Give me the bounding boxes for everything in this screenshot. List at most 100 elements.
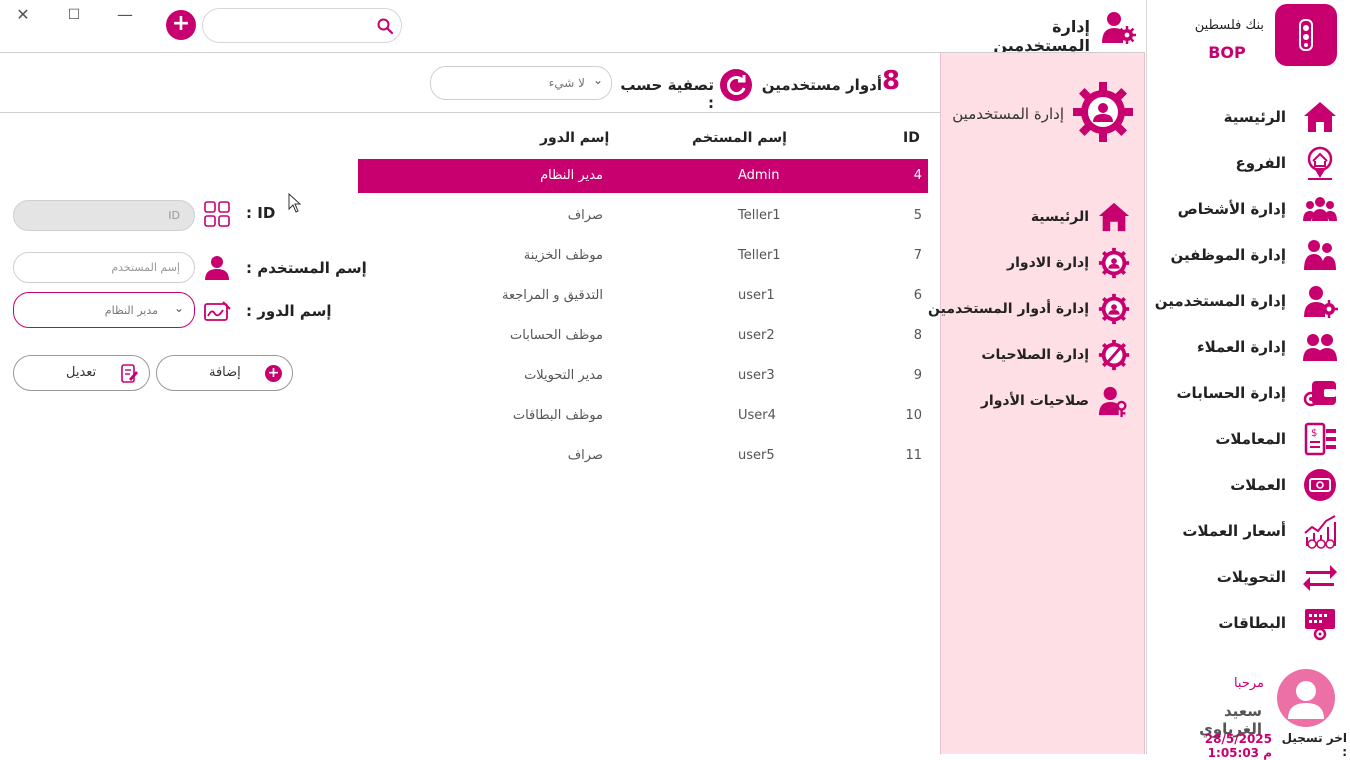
sidebar-item-accounts[interactable]: إدارة الحسابات (1176, 375, 1338, 411)
subpanel-item-user-roles[interactable]: إدارة أدوار المستخدمين (928, 292, 1131, 326)
username-placeholder: إسم المستخدم (111, 261, 180, 274)
user-icon (205, 256, 229, 280)
cell-role: موظف الحسابات (510, 328, 603, 343)
filter-select[interactable]: لا شيء ⌄ (430, 66, 612, 100)
close-window-button[interactable]: ✕ (11, 4, 35, 26)
cell-role: صراف (567, 208, 603, 223)
mouse-cursor-icon (288, 193, 302, 213)
search-icon[interactable] (377, 18, 393, 34)
subpanel-item-role-permissions[interactable]: صلاحيات الأدوار (981, 384, 1131, 418)
bank-name: بنك فلسطين (1194, 18, 1264, 33)
subpanel-item-label: صلاحيات الأدوار (980, 393, 1089, 409)
refresh-icon (726, 75, 746, 95)
id-label: ID : (246, 204, 276, 222)
subpanel-item-label: إدارة أدوار المستخدمين (928, 301, 1089, 317)
wallet-gear-icon (1303, 381, 1336, 407)
sidebar-item-branches[interactable]: الفروع (1236, 145, 1338, 181)
cell-username: user2 (738, 328, 775, 343)
sidebar-item-cards[interactable]: البطاقات (1218, 605, 1338, 641)
table-row[interactable]: 10 User4 موظف البطاقات (358, 399, 928, 433)
avatar (1277, 669, 1335, 727)
role-select[interactable]: مدير النظام ⌄ (13, 292, 195, 328)
transfer-arrows-icon (1303, 565, 1337, 591)
subpanel-item-roles[interactable]: إدارة الادوار (1007, 246, 1131, 280)
sidebar-item-currencies[interactable]: العملات (1230, 467, 1338, 503)
signature-icon (204, 301, 231, 321)
cell-username: Teller1 (738, 248, 781, 263)
sidebar-item-label: أسعار العملات (1182, 522, 1286, 540)
minimize-window-button[interactable]: — (113, 4, 137, 26)
sidebar-item-label: إدارة الموظفين (1170, 246, 1286, 264)
edit-document-icon (121, 364, 138, 383)
bank-emblem-icon (1299, 19, 1313, 51)
edit-button[interactable]: تعديل (13, 355, 150, 391)
search-input[interactable] (215, 15, 365, 37)
plus-circle-icon: + (265, 365, 282, 382)
exchange-rates-chart-icon (1304, 515, 1336, 549)
subpanel-item-home[interactable]: الرئيسية (1031, 200, 1131, 234)
cell-role: مدير التحويلات (524, 368, 603, 383)
add-button[interactable]: + إضافة (156, 355, 293, 391)
refresh-button[interactable] (720, 69, 752, 101)
column-header-role[interactable]: إسم الدور (540, 130, 609, 146)
sidebar-item-people[interactable]: إدارة الأشخاص (1178, 191, 1338, 227)
table-row[interactable]: 6 user1 التدقيق و المراجعة (358, 279, 928, 313)
sidebar-item-employees[interactable]: إدارة الموظفين (1171, 237, 1338, 273)
sidebar-item-label: الفروع (1235, 154, 1286, 172)
id-placeholder: ID (168, 209, 180, 222)
sidebar-item-transfers[interactable]: التحويلات (1217, 559, 1338, 595)
sidebar-item-home[interactable]: الرئيسية (1224, 99, 1338, 135)
people-group-icon (1303, 197, 1337, 221)
maximize-window-button[interactable]: ☐ (62, 4, 86, 26)
cell-username: user1 (738, 288, 775, 303)
cell-role: التدقيق و المراجعة (502, 288, 603, 303)
subpanel-item-label: إدارة الادوار (1007, 255, 1089, 271)
table-row[interactable]: 9 user3 مدير التحويلات (358, 359, 928, 393)
roles-count-label: أدوار مستخدمين (761, 76, 882, 94)
cell-id: 9 (913, 368, 922, 383)
currency-icon (1304, 469, 1336, 501)
page-title: إدارة المستخدمين (993, 17, 1090, 55)
sidebar-item-label: المعاملات (1215, 430, 1286, 448)
table-row[interactable]: 4 Admin مدير النظام (358, 159, 928, 193)
sidebar-item-users[interactable]: إدارة المستخدمين (1155, 283, 1338, 319)
cell-username: user5 (738, 448, 775, 463)
sidebar-item-exchange-rates[interactable]: أسعار العملات (1182, 513, 1338, 549)
filter-label: تصفية حسب : (620, 76, 714, 112)
filter-selected: لا شيء (548, 76, 585, 90)
add-new-button[interactable]: + (166, 10, 196, 40)
id-grid-icon (204, 201, 230, 227)
cell-role: صراف (567, 448, 603, 463)
svg-text:$: $ (1311, 428, 1317, 439)
subpanel-item-permissions[interactable]: إدارة الصلاحيات (981, 338, 1131, 372)
table-row[interactable]: 5 Teller1 صراف (358, 199, 928, 233)
column-header-username[interactable]: إسم المستخم (692, 130, 787, 146)
user-gear-icon (1304, 286, 1338, 318)
edit-button-label: تعديل (66, 365, 97, 380)
role-permissions-icon (1098, 386, 1127, 418)
clients-icon (1303, 334, 1337, 361)
sidebar-item-label: الرئيسية (1223, 108, 1286, 126)
cell-role: موظف البطاقات (512, 408, 603, 423)
sidebar-item-label: البطاقات (1218, 614, 1286, 632)
table-row[interactable]: 8 user2 موظف الحسابات (358, 319, 928, 353)
search-box[interactable] (202, 8, 402, 43)
user-settings-gear-icon (1073, 82, 1133, 142)
sidebar-item-transactions[interactable]: المعاملات $ (1215, 421, 1338, 457)
branch-location-icon (1307, 146, 1333, 180)
roles-count: 8 (882, 66, 901, 96)
role-label: إسم الدور : (246, 302, 332, 320)
sidebar-item-label: إدارة العملاء (1196, 338, 1286, 356)
cell-username: Teller1 (738, 208, 781, 223)
username-field[interactable]: إسم المستخدم (13, 252, 195, 283)
home-icon (1304, 102, 1336, 132)
sidebar-item-label: العملات (1230, 476, 1286, 494)
sidebar-item-label: إدارة المستخدمين (1154, 292, 1286, 310)
column-header-id[interactable]: ID (903, 130, 920, 146)
table-row[interactable]: 7 Teller1 موظف الخزينة (358, 239, 928, 273)
sidebar-item-clients[interactable]: إدارة العملاء (1197, 329, 1338, 365)
table-row[interactable]: 11 user5 صراف (358, 439, 928, 473)
subpanel-item-label: الرئيسية (1030, 209, 1089, 225)
id-field[interactable]: ID (13, 200, 195, 231)
cell-id: 5 (913, 208, 922, 223)
